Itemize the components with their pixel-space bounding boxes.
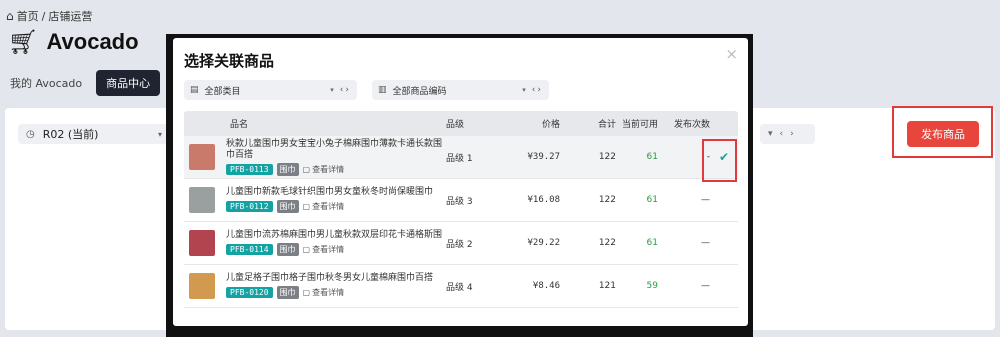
tab-bar: 我的 Avocado 商品中心 (10, 70, 161, 96)
product-thumbnail (189, 187, 215, 213)
col-price: 价格 (541, 120, 560, 130)
product-publish-count: — (701, 238, 710, 248)
product-available: 61 (646, 195, 658, 205)
document-icon: ▢ (302, 245, 311, 254)
chevron-down-icon: ▾ (330, 86, 334, 94)
table-row[interactable]: 儿童足格子围巾格子围巾秋冬男女儿童棉麻围巾百搭 PFB-0120 围巾 ▢ 查看详… (184, 265, 738, 308)
product-price: ¥16.08 (527, 195, 560, 205)
product-price: ¥8.46 (532, 281, 560, 291)
product-thumbnail (189, 230, 215, 256)
code-filter[interactable]: ▥ 全部商品编码 ▾ ‹› (372, 80, 549, 100)
selected-check-highlight (702, 139, 737, 182)
product-price: ¥39.27 (527, 152, 560, 162)
col-level: 品级 (446, 120, 465, 130)
category-badge: 围巾 (276, 200, 299, 213)
view-detail-link[interactable]: ▢ 查看详情 (303, 201, 345, 212)
product-thumbnail (189, 273, 215, 299)
product-level: 品级 3 (446, 196, 473, 207)
product-publish-count: — (701, 195, 710, 205)
breadcrumb-separator: / (41, 9, 46, 23)
document-icon: ▢ (302, 288, 311, 297)
right-select[interactable]: ▾ ‹ › (760, 124, 815, 144)
tab-my-avocado[interactable]: 我的 Avocado (10, 75, 82, 91)
round-select-value: R02 (当前) (42, 128, 99, 141)
category-filter-value: 全部类目 (204, 86, 241, 97)
product-thumbnail (189, 144, 215, 170)
product-total: 122 (598, 152, 616, 162)
prev-arrow-icon[interactable]: ‹ (780, 129, 784, 139)
box-icon: ▤ (190, 85, 199, 95)
product-name: 儿童围巾流苏棉麻围巾男儿童秋款双层印花卡通格斯围 (226, 230, 443, 240)
product-publish-count: — (701, 281, 710, 291)
product-level: 品级 1 (446, 153, 473, 164)
product-total: 121 (598, 281, 616, 291)
product-price: ¥29.22 (527, 238, 560, 248)
table-header: 品名 品级 价格 合计 当前可用 发布次数 (184, 111, 738, 136)
product-code-badge: PFB-0112 (226, 201, 273, 212)
barcode-icon: ▥ (378, 85, 387, 95)
tab-product-center[interactable]: 商品中心 (96, 70, 161, 96)
product-name: 儿童围巾新款毛球针织围巾男女童秋冬时尚保暖围巾 (226, 187, 434, 197)
page-title-wrap: 🛒︎ Avocado (8, 28, 139, 56)
chevron-down-icon: ▾ (768, 129, 773, 139)
product-total: 122 (598, 195, 616, 205)
next-arrow-icon[interactable]: › (790, 129, 794, 139)
publish-button[interactable]: 发布商品 (907, 121, 979, 147)
code-filter-value: 全部商品编码 (392, 86, 447, 97)
clock-icon: ◷ (26, 128, 35, 140)
col-available: 当前可用 (621, 120, 658, 130)
breadcrumb-home[interactable]: 首页 (17, 8, 39, 24)
modal-title: 选择关联商品 (184, 52, 275, 70)
home-icon[interactable]: ⌂ (6, 9, 14, 23)
col-name: 品名 (230, 120, 249, 130)
product-name: 秋款儿童围巾男女宝宝小兔子棉麻围巾薄款卡通长款围巾百搭 (226, 138, 443, 160)
product-available: 61 (646, 238, 658, 248)
chevron-down-icon: ▾ (522, 86, 526, 94)
chevron-down-icon: ▾ (157, 129, 162, 139)
col-publish-count: 发布次数 (673, 120, 710, 130)
product-level: 品级 2 (446, 239, 473, 250)
product-code-badge: PFB-0114 (226, 244, 273, 255)
document-icon: ▢ (302, 202, 311, 211)
product-available: 61 (646, 152, 658, 162)
table-row[interactable]: 儿童围巾新款毛球针织围巾男女童秋冬时尚保暖围巾 PFB-0112 围巾 ▢ 查看详… (184, 179, 738, 222)
close-icon[interactable]: × (725, 45, 738, 63)
table-row[interactable]: 秋款儿童围巾男女宝宝小兔子棉麻围巾薄款卡通长款围巾百搭 PFB-0113 围巾 … (184, 136, 738, 179)
product-code-badge: PFB-0120 (226, 287, 273, 298)
product-level: 品级 4 (446, 282, 473, 293)
pager-arrows-icon[interactable]: ‹› (532, 85, 543, 95)
pager-arrows-icon[interactable]: ‹› (340, 85, 351, 95)
col-total: 合计 (597, 120, 616, 130)
category-badge: 围巾 (276, 243, 299, 256)
category-filter[interactable]: ▤ 全部类目 ▾ ‹› (184, 80, 357, 100)
cart-icon: 🛒︎ (8, 28, 39, 56)
product-code-badge: PFB-0113 (226, 163, 273, 175)
category-badge: 围巾 (276, 286, 299, 299)
product-available: 59 (646, 281, 658, 291)
product-total: 122 (598, 238, 616, 248)
document-icon: ▢ (302, 164, 311, 174)
view-detail-link[interactable]: ▢ 查看详情 (303, 164, 345, 175)
breadcrumb-current: 店铺运营 (48, 10, 93, 23)
round-select[interactable]: ◷ R02 (当前) ▾ (18, 124, 168, 144)
table-row[interactable]: 儿童围巾流苏棉麻围巾男儿童秋款双层印花卡通格斯围 PFB-0114 围巾 ▢ 查看… (184, 222, 738, 265)
product-table: 品名 品级 价格 合计 当前可用 发布次数 秋款儿童围巾男女宝宝小兔子棉麻围巾薄… (184, 111, 738, 308)
select-product-modal: 选择关联商品 × ▤ 全部类目 ▾ ‹› ▥ 全部商品编码 ▾ ‹› 品名 品级… (173, 38, 748, 326)
breadcrumb: ⌂ 首页 / 店铺运营 (6, 8, 92, 24)
category-badge: 围巾 (276, 162, 299, 176)
page-title: Avocado (46, 29, 139, 54)
product-name: 儿童足格子围巾格子围巾秋冬男女儿童棉麻围巾百搭 (226, 273, 434, 283)
view-detail-link[interactable]: ▢ 查看详情 (303, 244, 345, 255)
view-detail-link[interactable]: ▢ 查看详情 (303, 287, 345, 298)
